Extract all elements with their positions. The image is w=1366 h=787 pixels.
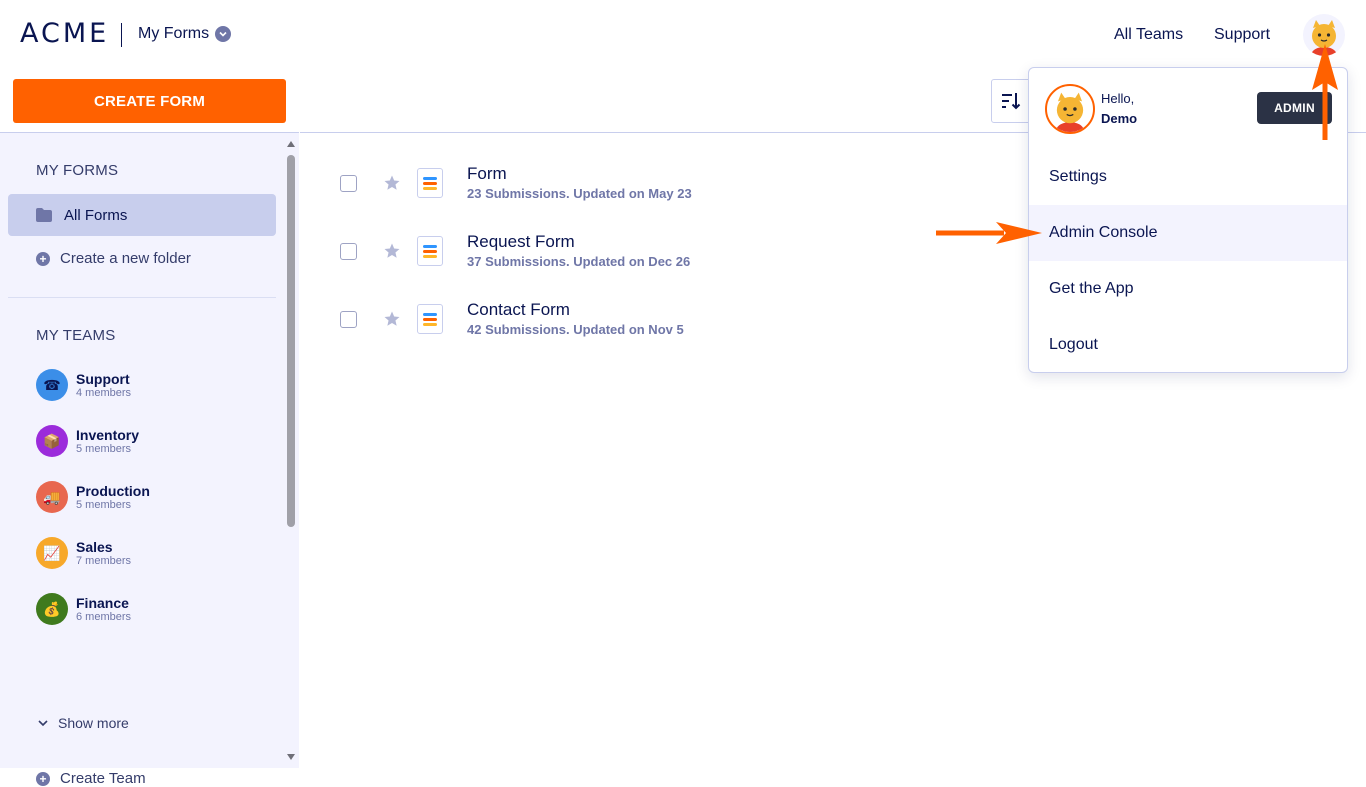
sidebar-item-all-forms[interactable]: All Forms bbox=[8, 194, 276, 236]
show-more-button[interactable]: Show more bbox=[38, 715, 129, 731]
sidebar-scrollbar[interactable] bbox=[284, 133, 299, 768]
sort-icon bbox=[1002, 93, 1021, 110]
star-icon[interactable] bbox=[383, 174, 401, 192]
folder-icon bbox=[36, 208, 52, 222]
star-icon[interactable] bbox=[383, 242, 401, 260]
user-name: Demo bbox=[1101, 111, 1138, 126]
package-icon: 📦 bbox=[36, 425, 68, 457]
team-name: Production bbox=[76, 483, 150, 499]
scroll-up-arrow[interactable] bbox=[287, 141, 295, 147]
top-header: ACME My Forms All Teams Support bbox=[0, 0, 1366, 71]
create-form-button[interactable]: CREATE FORM bbox=[13, 79, 286, 123]
create-folder-button[interactable]: + Create a new folder bbox=[36, 250, 191, 267]
chart-icon: 📈 bbox=[36, 537, 68, 569]
form-icon bbox=[417, 168, 443, 198]
team-members: 4 members bbox=[76, 387, 132, 399]
truck-icon: 🚚 bbox=[36, 481, 68, 513]
select-checkbox[interactable] bbox=[340, 310, 357, 328]
form-row[interactable]: Request Form 37 Submissions. Updated on … bbox=[340, 232, 690, 270]
team-item-support[interactable]: ☎ Support 4 members bbox=[36, 369, 131, 401]
form-icon bbox=[417, 236, 443, 266]
sidebar: CREATE FORM MY FORMS All Forms + Create … bbox=[0, 71, 299, 787]
form-row[interactable]: Form 23 Submissions. Updated on May 23 bbox=[340, 164, 692, 202]
my-forms-dropdown[interactable]: My Forms bbox=[138, 25, 232, 43]
team-name: Sales bbox=[76, 539, 113, 555]
create-folder-label: Create a new folder bbox=[60, 250, 191, 267]
team-name: Inventory bbox=[76, 427, 140, 443]
select-checkbox[interactable] bbox=[340, 242, 357, 260]
all-forms-label: All Forms bbox=[64, 206, 128, 224]
show-more-label: Show more bbox=[58, 715, 129, 731]
nav-support[interactable]: Support bbox=[1214, 26, 1270, 44]
plus-circle-icon: + bbox=[36, 771, 50, 786]
create-team-button[interactable]: + Create Team bbox=[36, 770, 146, 787]
nav-all-teams[interactable]: All Teams bbox=[1114, 26, 1183, 44]
chevron-down-icon bbox=[215, 26, 232, 42]
scroll-down-arrow[interactable] bbox=[287, 754, 295, 760]
sort-button[interactable] bbox=[991, 79, 1031, 123]
form-meta: 42 Submissions. Updated on Nov 5 bbox=[467, 322, 684, 337]
form-row[interactable]: Contact Form 42 Submissions. Updated on … bbox=[340, 300, 684, 338]
team-members: 5 members bbox=[76, 443, 132, 455]
my-forms-label: My Forms bbox=[138, 25, 210, 42]
avatar bbox=[1045, 84, 1095, 134]
create-team-label: Create Team bbox=[60, 770, 146, 787]
team-members: 7 members bbox=[76, 555, 132, 567]
form-meta: 37 Submissions. Updated on Dec 26 bbox=[467, 254, 691, 269]
star-icon[interactable] bbox=[383, 310, 401, 328]
team-item-production[interactable]: 🚚 Production 5 members bbox=[36, 481, 150, 513]
sidebar-divider bbox=[8, 297, 276, 298]
team-item-finance[interactable]: 💰 Finance 6 members bbox=[36, 593, 131, 625]
menu-item-admin-console[interactable]: Admin Console bbox=[1029, 205, 1347, 261]
plus-circle-icon: + bbox=[36, 251, 50, 266]
form-title[interactable]: Form bbox=[467, 164, 692, 184]
avatar-icon bbox=[1055, 92, 1085, 132]
chevron-down-icon bbox=[38, 720, 48, 727]
team-item-sales[interactable]: 📈 Sales 7 members bbox=[36, 537, 131, 569]
telephone-icon: ☎ bbox=[36, 369, 68, 401]
menu-item-settings[interactable]: Settings bbox=[1029, 149, 1347, 205]
acme-logo[interactable]: ACME bbox=[20, 18, 109, 49]
team-members: 5 members bbox=[76, 499, 132, 511]
logo-divider bbox=[121, 23, 122, 47]
annotation-arrow-right-icon bbox=[936, 222, 1042, 244]
my-forms-heading: MY FORMS bbox=[36, 162, 119, 179]
sidebar-nav: MY FORMS All Forms + Create a new folder… bbox=[0, 133, 284, 787]
team-members: 6 members bbox=[76, 611, 132, 623]
my-teams-heading: MY TEAMS bbox=[36, 327, 116, 344]
scroll-thumb[interactable] bbox=[287, 155, 295, 527]
form-meta: 23 Submissions. Updated on May 23 bbox=[467, 186, 692, 201]
team-name: Support bbox=[76, 371, 130, 387]
money-bag-icon: 💰 bbox=[36, 593, 68, 625]
team-name: Finance bbox=[76, 595, 129, 611]
menu-item-get-the-app[interactable]: Get the App bbox=[1029, 261, 1347, 317]
create-form-area: CREATE FORM bbox=[0, 71, 299, 133]
annotation-arrow-up-icon bbox=[1312, 44, 1338, 140]
select-checkbox[interactable] bbox=[340, 174, 357, 192]
form-title[interactable]: Request Form bbox=[467, 232, 690, 252]
form-icon bbox=[417, 304, 443, 334]
user-menu-dropdown: Hello, Demo ADMIN Settings Admin Console… bbox=[1028, 67, 1348, 373]
menu-item-logout[interactable]: Logout bbox=[1029, 317, 1347, 373]
team-item-inventory[interactable]: 📦 Inventory 5 members bbox=[36, 425, 139, 457]
greeting-text: Hello, bbox=[1101, 91, 1135, 106]
form-title[interactable]: Contact Form bbox=[467, 300, 684, 320]
